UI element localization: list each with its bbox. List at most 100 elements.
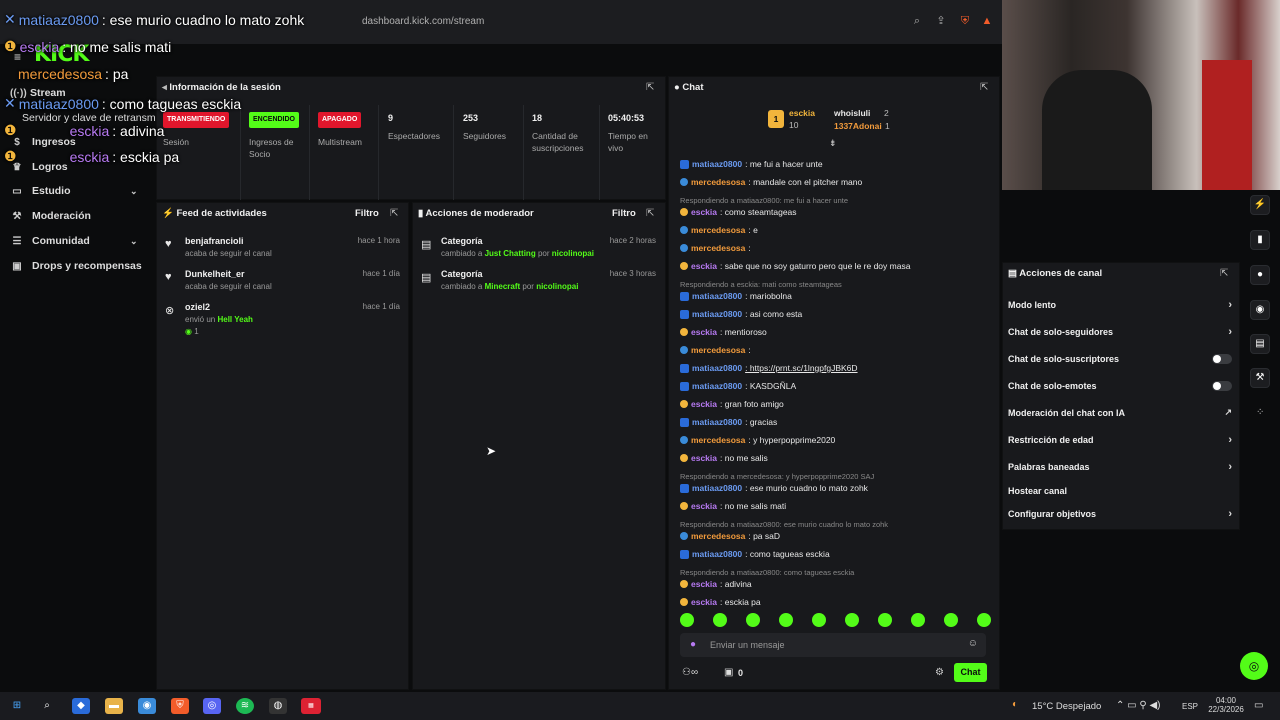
broadcast-icon[interactable]: ◉ bbox=[1250, 300, 1270, 320]
chat-username[interactable]: matiaaz0800 bbox=[692, 549, 742, 559]
chat-username[interactable]: esckia bbox=[691, 579, 717, 589]
emote[interactable] bbox=[746, 613, 760, 627]
emote[interactable] bbox=[713, 613, 727, 627]
action-host-channel[interactable]: Hostear canal bbox=[1008, 486, 1232, 496]
chat-username[interactable]: mercedesosa bbox=[691, 435, 745, 445]
chat-message[interactable]: mercedesosa: bbox=[680, 243, 751, 253]
chat-username[interactable]: matiaaz0800 bbox=[692, 291, 742, 301]
chat-username[interactable]: esckia bbox=[691, 327, 717, 337]
app-icon[interactable]: ▦ bbox=[301, 698, 321, 714]
obs-icon[interactable]: ◍ bbox=[269, 698, 287, 714]
chat-username[interactable]: mercedesosa bbox=[691, 177, 745, 187]
chat-message[interactable]: matiaaz0800: mariobolna bbox=[680, 291, 792, 301]
chat-message[interactable]: esckia: gran foto amigo bbox=[680, 399, 784, 409]
clock[interactable]: 04:00 22/3/2026 bbox=[1206, 696, 1246, 714]
leader-name[interactable]: esckia bbox=[789, 108, 815, 118]
chat-message[interactable]: esckia: como steamtageas bbox=[680, 207, 797, 217]
chat-message[interactable]: matiaaz0800: KASDGÑLA bbox=[680, 381, 796, 391]
chat-username[interactable]: matiaaz0800 bbox=[692, 483, 742, 493]
expand-icon[interactable]: ⇱ bbox=[646, 82, 654, 93]
chat-username[interactable]: esckia bbox=[691, 597, 717, 607]
emote[interactable] bbox=[812, 613, 826, 627]
notification-icon[interactable]: ▭ bbox=[1254, 700, 1263, 711]
windows-start-icon[interactable]: ⊞ bbox=[8, 698, 26, 714]
chat-message[interactable]: esckia: adivina bbox=[680, 579, 752, 589]
gear-icon[interactable]: ⚙ bbox=[935, 667, 944, 678]
nav-moderacion[interactable]: ⚒ Moderación bbox=[12, 207, 91, 225]
chat-username[interactable]: mercedesosa bbox=[691, 531, 745, 541]
action-ai-moderation[interactable]: Moderación del chat con IA ↗ bbox=[1008, 407, 1232, 418]
chat-username[interactable]: esckia bbox=[691, 453, 717, 463]
action-followers-only[interactable]: Chat de solo-seguidores › bbox=[1008, 326, 1232, 338]
action-slow-mode[interactable]: Modo lento › bbox=[1008, 299, 1232, 311]
chat-message[interactable]: esckia: no me salis bbox=[680, 453, 768, 463]
shield-icon[interactable]: ▮ bbox=[1250, 230, 1270, 250]
leader-name[interactable]: whoisluli bbox=[834, 108, 870, 118]
chat-username[interactable]: matiaaz0800 bbox=[692, 363, 742, 373]
leader-name[interactable]: 1337Adonai bbox=[834, 121, 882, 131]
chat-username[interactable]: matiaaz0800 bbox=[692, 159, 742, 169]
file-explorer-icon[interactable]: ▬ bbox=[105, 698, 123, 714]
brave-shield-icon[interactable]: ⛨ bbox=[958, 14, 972, 28]
chat-message[interactable]: matiaaz0800: gracias bbox=[680, 417, 777, 427]
action-banned-words[interactable]: Palabras baneadas › bbox=[1008, 461, 1232, 473]
expand-icon[interactable]: ⇱ bbox=[980, 82, 988, 93]
chat-bubble-icon[interactable]: ● bbox=[1250, 265, 1270, 285]
chat-message[interactable]: mercedesosa: bbox=[680, 345, 751, 355]
mic-icon[interactable]: ● bbox=[690, 639, 696, 650]
emotes-only-toggle[interactable] bbox=[1212, 381, 1232, 391]
emoji-icon[interactable]: ☺ bbox=[968, 638, 978, 649]
chat-message[interactable]: matiaaz0800: me fui a hacer unte bbox=[680, 159, 823, 169]
emote[interactable] bbox=[680, 613, 694, 627]
chat-message[interactable]: matiaaz0800: https://prnt.sc/1lngpfgJBK6… bbox=[680, 363, 858, 373]
chat-username[interactable]: esckia bbox=[691, 261, 717, 271]
emote[interactable] bbox=[911, 613, 925, 627]
chrome-icon[interactable]: ◉ bbox=[138, 698, 156, 714]
language-indicator[interactable]: ESP bbox=[1182, 702, 1198, 711]
chat-username[interactable]: esckia bbox=[691, 501, 717, 511]
chat-message[interactable]: mercedesosa: e bbox=[680, 225, 758, 235]
chat-message[interactable]: mercedesosa: mandale con el pitcher mano bbox=[680, 177, 862, 187]
rewards-icon[interactable]: ▲ bbox=[980, 14, 994, 28]
emote[interactable] bbox=[977, 613, 991, 627]
expand-icon[interactable]: ⇱ bbox=[1220, 268, 1228, 279]
chat-message[interactable]: matiaaz0800: ese murio cuadno lo mato zo… bbox=[680, 483, 868, 493]
share-icon[interactable]: ⇪ bbox=[934, 14, 948, 28]
chat-message[interactable]: mercedesosa: pa saD bbox=[680, 531, 780, 541]
emote[interactable] bbox=[878, 613, 892, 627]
mod-filter-button[interactable]: Filtro bbox=[612, 208, 636, 219]
gift-icon[interactable]: ▣ bbox=[724, 667, 733, 678]
nav-comunidad[interactable]: ☰ Comunidad ⌄ bbox=[12, 232, 138, 250]
bolt-icon[interactable]: ⚡ bbox=[1250, 195, 1270, 215]
chat-username[interactable]: mercedesosa bbox=[691, 243, 745, 253]
chat-message[interactable]: esckia: mentioroso bbox=[680, 327, 767, 337]
chat-username[interactable]: mercedesosa bbox=[691, 225, 745, 235]
tray-icons[interactable]: ⌃ ▭ ⚲ ◀) bbox=[1116, 700, 1161, 711]
emote[interactable] bbox=[944, 613, 958, 627]
card-icon[interactable]: ▤ bbox=[1250, 334, 1270, 354]
discord-icon[interactable]: ◎ bbox=[203, 698, 221, 714]
expand-icon[interactable]: ⇱ bbox=[646, 208, 654, 219]
chat-send-button[interactable]: Chat bbox=[954, 663, 987, 682]
search-icon[interactable]: ⌕ bbox=[910, 14, 924, 28]
subs-only-toggle[interactable] bbox=[1212, 354, 1232, 364]
chat-message[interactable]: matiaaz0800: asi como esta bbox=[680, 309, 802, 319]
chat-username[interactable]: matiaaz0800 bbox=[692, 309, 742, 319]
chat-input[interactable]: ● Enviar un mensaje ☺ bbox=[680, 633, 986, 657]
copilot-icon[interactable]: ◆ bbox=[72, 698, 90, 714]
support-button[interactable]: ◎ bbox=[1240, 652, 1268, 680]
chat-message[interactable]: mercedesosa: y hyperpopprime2020 bbox=[680, 435, 835, 445]
users-icon[interactable]: ⚇∞ bbox=[682, 667, 698, 678]
wrench-icon[interactable]: ⚒ bbox=[1250, 368, 1270, 388]
chat-message[interactable]: esckia: esckia pa bbox=[680, 597, 761, 607]
activity-filter-button[interactable]: Filtro bbox=[355, 208, 379, 219]
chat-username[interactable]: esckia bbox=[691, 399, 717, 409]
chat-username[interactable]: matiaaz0800 bbox=[692, 417, 742, 427]
chat-username[interactable]: matiaaz0800 bbox=[692, 381, 742, 391]
add-widget-icon[interactable]: ⁘ bbox=[1256, 407, 1264, 418]
chat-message[interactable]: matiaaz0800: como tagueas esckia bbox=[680, 549, 830, 559]
expand-icon[interactable]: ⇱ bbox=[390, 208, 398, 219]
action-goals[interactable]: Configurar objetivos › bbox=[1008, 508, 1232, 520]
nav-estudio[interactable]: ▭ Estudio ⌄ bbox=[12, 182, 137, 200]
mod-by[interactable]: nicolinopai bbox=[536, 282, 578, 291]
